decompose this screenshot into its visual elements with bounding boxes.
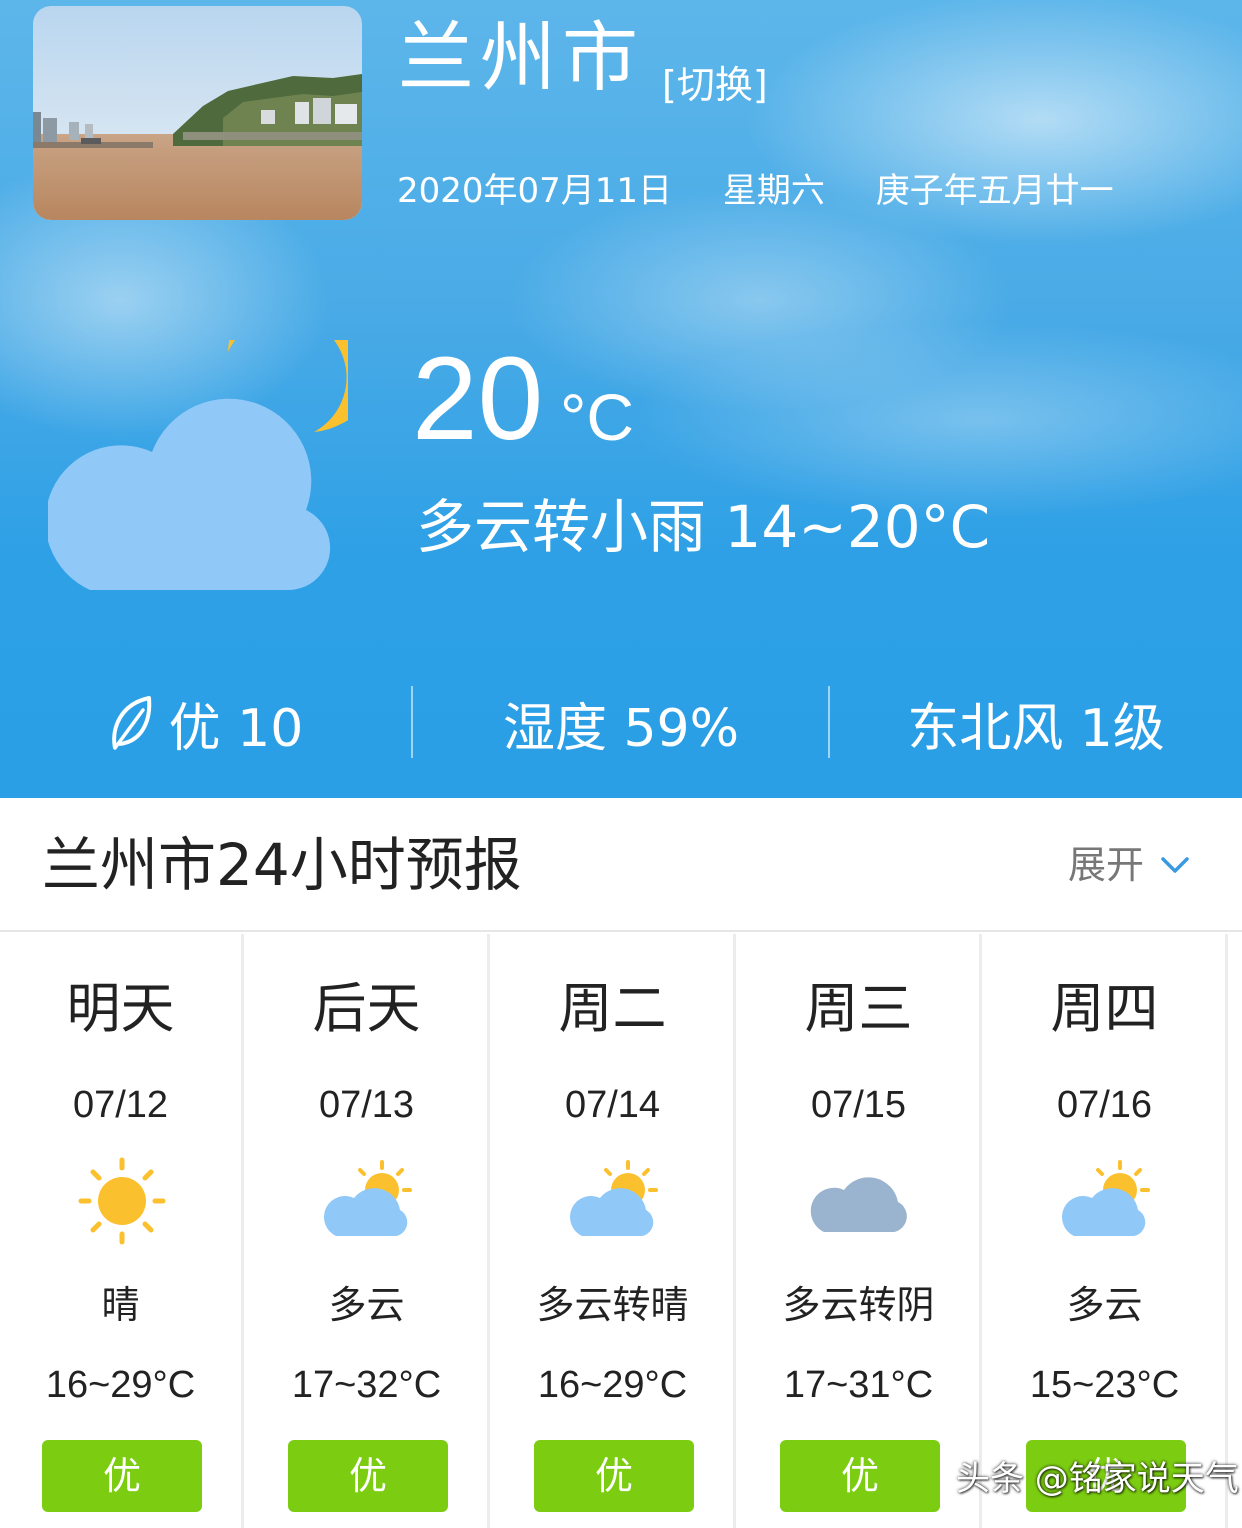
- day-temp-range: 17~31°C: [783, 1364, 934, 1406]
- forecast-header: 兰州市24小时预报 展开: [0, 798, 1242, 932]
- day-name: 周二: [558, 977, 667, 1040]
- day-name: 周四: [1050, 977, 1159, 1040]
- humidity-stat: 湿度 59%: [502, 698, 740, 759]
- day-date: 07/16: [1056, 1084, 1153, 1126]
- aqi-badge: 优: [288, 1440, 448, 1512]
- forecast-title: 兰州市24小时预报: [42, 831, 522, 899]
- moon-cloud-icon: [45, 276, 384, 600]
- cloud-sun-icon: [318, 1156, 418, 1246]
- aqi-text: 优 10: [168, 698, 304, 759]
- day-temp-range: 15~23°C: [1029, 1364, 1180, 1406]
- aqi-badge: 优: [42, 1440, 202, 1512]
- day-temp-range: 17~32°C: [291, 1364, 442, 1406]
- city-name: 兰州市: [398, 13, 644, 102]
- sun-icon: [72, 1156, 172, 1246]
- day-condition: 多云转阴: [782, 1283, 935, 1327]
- wind-stat: 东北风 1级: [907, 698, 1165, 759]
- forecast-day[interactable]: 周三 07/15 多云转阴 17~31°C 优: [738, 934, 982, 1528]
- expand-label: 展开: [1068, 843, 1145, 887]
- day-date: 07/15: [810, 1084, 907, 1126]
- forecast-day[interactable]: 明天 07/12 晴 16~29°C 优: [0, 934, 244, 1528]
- current-date: 2020年07月11日: [397, 171, 673, 211]
- lunar-date: 庚子年五月廿一: [875, 171, 1114, 211]
- chevron-down-icon: [1161, 857, 1189, 873]
- day-condition: 多云转晴: [536, 1283, 689, 1327]
- current-weekday: 星期六: [722, 171, 825, 211]
- day-condition: 晴: [101, 1283, 140, 1327]
- aqi-badge: 优: [780, 1440, 940, 1512]
- expand-button[interactable]: 展开: [1068, 846, 1190, 884]
- stats-bar: 优 10 湿度 59% 东北风 1级: [0, 680, 1242, 766]
- day-name: 周三: [804, 977, 913, 1040]
- cloud-sun-icon: [564, 1156, 664, 1246]
- day-condition: 多云: [1066, 1283, 1143, 1327]
- aqi-stat: 优 10: [0, 680, 412, 766]
- aqi-badge: 优: [534, 1440, 694, 1512]
- day-temp-range: 16~29°C: [537, 1364, 688, 1406]
- forecast-day[interactable]: 后天 07/13 多云 17~32°C 优: [246, 934, 490, 1528]
- day-name: 后天: [312, 977, 421, 1040]
- city-photo: [33, 6, 362, 220]
- switch-city-link[interactable]: [切换]: [662, 66, 768, 104]
- weather-hero: 兰州市 [切换] 2020年07月11日 星期六 庚子年五月廿一 20 °C 多…: [0, 0, 1242, 798]
- cloud-sun-icon: [1056, 1156, 1156, 1246]
- leaf-icon: [111, 696, 151, 750]
- condition-summary: 多云转小雨 14~20°C: [416, 493, 991, 561]
- day-name: 明天: [66, 977, 175, 1040]
- current-temperature: 20: [412, 333, 544, 465]
- date-row: 2020年07月11日 星期六 庚子年五月廿一: [397, 174, 1154, 208]
- day-temp-range: 16~29°C: [45, 1364, 196, 1406]
- stat-divider: [411, 686, 413, 758]
- day-date: 07/13: [318, 1084, 415, 1126]
- day-date: 07/12: [72, 1084, 169, 1126]
- day-date: 07/14: [564, 1084, 661, 1126]
- day-condition: 多云: [328, 1283, 405, 1327]
- temperature-unit: °C: [560, 380, 635, 454]
- watermark: 头条 @铭家说天气: [956, 1459, 1239, 1499]
- forecast-day[interactable]: 周四 07/16 多云 15~23°C 优: [984, 934, 1228, 1528]
- overcast-cloud-icon: [810, 1156, 910, 1246]
- forecast-day[interactable]: 周二 07/14 多云转晴 16~29°C 优: [492, 934, 736, 1528]
- forecast-grid: 明天 07/12 晴 16~29°C 优 后天 07/13 多云 17~32°C…: [0, 934, 1242, 1528]
